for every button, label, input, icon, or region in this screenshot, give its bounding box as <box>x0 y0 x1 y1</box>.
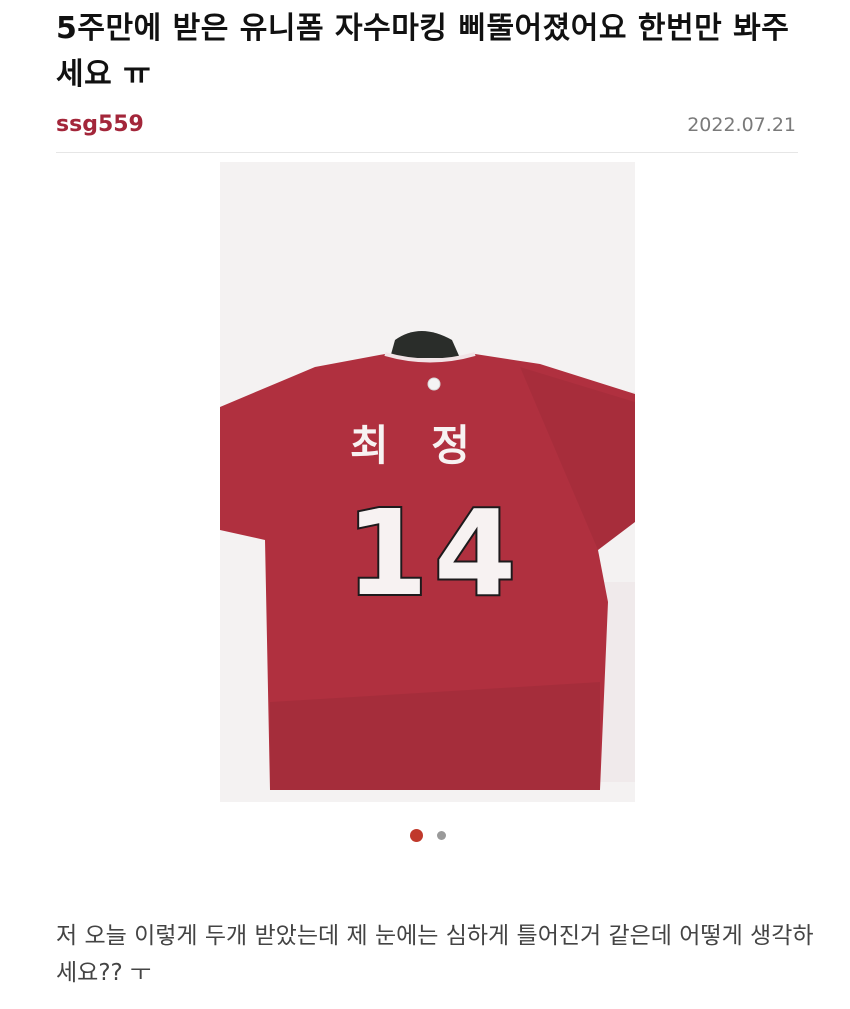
carousel-dot[interactable] <box>436 830 446 840</box>
author-link[interactable]: ssg559 <box>56 112 144 137</box>
post-page: 5주만에 받은 유니폼 자수마킹 삐뚤어졌어요 한번만 봐주세요 ㅠ ssg55… <box>0 0 850 1009</box>
image-carousel[interactable]: 최 정 14 <box>220 162 635 897</box>
jersey-number: 14 <box>346 484 522 622</box>
carousel-dots <box>220 824 635 846</box>
collar-logo <box>427 377 441 391</box>
post-meta: ssg559 2022.07.21 <box>56 112 798 153</box>
jersey-photo[interactable]: 최 정 14 <box>220 162 635 802</box>
carousel-dot-active[interactable] <box>409 828 423 842</box>
jersey-name: 최 정 <box>350 421 484 470</box>
post-title: 5주만에 받은 유니폼 자수마킹 삐뚤어졌어요 한번만 봐주세요 ㅠ <box>56 11 790 92</box>
post-body: 저 오늘 이렇게 두개 받았는데 제 눈에는 심하게 틀어진거 같은데 어떻게 … <box>56 923 814 986</box>
post-date: 2022.07.21 <box>687 114 796 136</box>
